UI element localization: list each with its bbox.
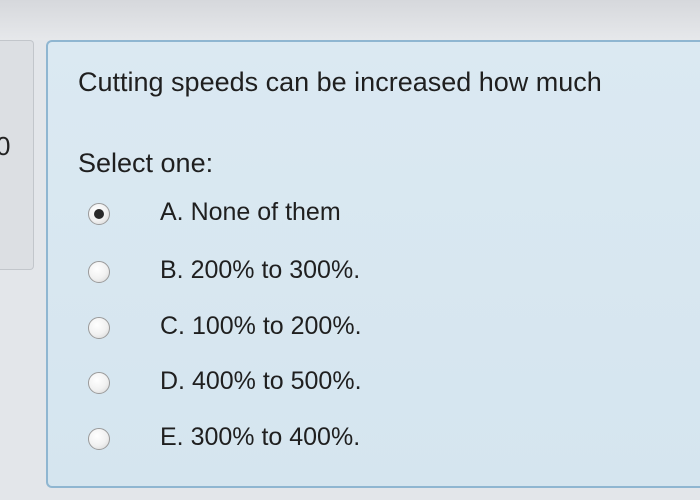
option-c[interactable]: C. 100% to 200%. [88, 312, 648, 346]
option-b-label[interactable]: B. 200% to 300%. [160, 256, 360, 285]
radio-option-e[interactable] [88, 428, 110, 450]
radio-option-b[interactable] [88, 261, 110, 283]
option-d-label[interactable]: D. 400% to 500%. [160, 367, 362, 396]
question-number: 0 [0, 131, 11, 161]
option-e-label[interactable]: E. 300% to 400%. [160, 423, 360, 452]
radio-option-d[interactable] [88, 372, 110, 394]
option-d[interactable]: D. 400% to 500%. [88, 367, 648, 401]
top-bar [0, 0, 700, 40]
option-b[interactable]: B. 200% to 300%. [88, 256, 648, 290]
question-text: Cutting speeds can be increased how much [78, 67, 602, 97]
option-a[interactable]: A. None of them [88, 198, 648, 232]
select-one-prompt: Select one: [78, 148, 214, 178]
option-c-label[interactable]: C. 100% to 200%. [160, 312, 362, 341]
radio-option-a[interactable] [88, 203, 110, 225]
option-e[interactable]: E. 300% to 400%. [88, 423, 648, 457]
question-card: Cutting speeds can be increased how much… [46, 40, 700, 488]
radio-option-c[interactable] [88, 317, 110, 339]
option-a-label[interactable]: A. None of them [160, 198, 341, 227]
